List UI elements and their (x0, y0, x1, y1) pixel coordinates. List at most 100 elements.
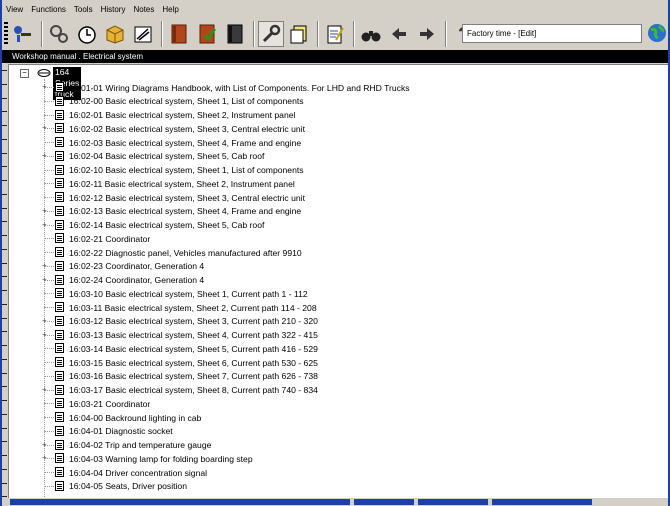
clock-icon[interactable] (74, 21, 100, 47)
tree-item-label[interactable]: 16:03-10 Basic electrical system, Sheet … (69, 289, 308, 299)
tree-item-label[interactable]: 16:02-12 Basic electrical system, Sheet … (69, 193, 305, 203)
menu-history[interactable]: History (101, 5, 126, 14)
tree-item[interactable]: 16:04-04 Driver concentration signal (9, 466, 659, 479)
tree-item-label[interactable]: 16:04-03 Warning lamp for folding boardi… (69, 454, 253, 464)
menu-view[interactable]: View (6, 5, 23, 14)
tree-item[interactable]: 16:02-11 Basic electrical system, Sheet … (9, 177, 659, 190)
tree-item[interactable]: 16:02-12 Basic electrical system, Sheet … (9, 191, 659, 204)
menu-notes[interactable]: Notes (133, 5, 154, 14)
connect-icon[interactable] (10, 21, 36, 47)
book-brown-icon[interactable] (166, 21, 192, 47)
tree-view[interactable]: − 164 Series truck +16:01-01 Wiring Diag… (8, 64, 668, 499)
tree-item-label[interactable]: 16:03-16 Basic electrical system, Sheet … (69, 371, 318, 381)
binoculars-icon[interactable] (358, 21, 384, 47)
tree-item-label[interactable]: 16:04-04 Driver concentration signal (69, 468, 207, 478)
tree-item[interactable]: +16:03-12 Basic electrical system, Sheet… (9, 315, 659, 328)
expand-marker[interactable]: + (42, 330, 47, 339)
package-icon[interactable] (102, 21, 128, 47)
menu-tools[interactable]: Tools (74, 5, 93, 14)
ruler-tick (2, 290, 7, 291)
tree-item[interactable]: 16:02-10 Basic electrical system, Sheet … (9, 164, 659, 177)
expand-marker[interactable]: + (42, 83, 47, 91)
expand-marker[interactable]: + (42, 275, 47, 284)
tree-connector (44, 100, 54, 102)
tree-item-label[interactable]: 16:02-00 Basic electrical system, Sheet … (69, 96, 304, 106)
tree-item-label[interactable]: 16:02-02 Basic electrical system, Sheet … (69, 124, 305, 134)
book-dark-icon[interactable] (222, 21, 248, 47)
tree-item[interactable]: +16:02-14 Basic electrical system, Sheet… (9, 219, 659, 232)
tree-item-label[interactable]: 16:02-10 Basic electrical system, Sheet … (69, 165, 304, 175)
tree-item-label[interactable]: 16:02-21 Coordinator (69, 234, 150, 244)
tree-item[interactable]: +16:02-23 Coordinator, Generation 4 (9, 260, 659, 273)
tree-item[interactable]: +16:04-02 Trip and temperature gauge (9, 439, 659, 452)
tree-item-label[interactable]: 16:02-01 Basic electrical system, Sheet … (69, 110, 295, 120)
tree-item[interactable]: 16:03-10 Basic electrical system, Sheet … (9, 287, 659, 300)
expand-marker[interactable]: + (42, 316, 47, 325)
tree-item[interactable]: 16:02-22 Diagnostic panel, Vehicles manu… (9, 246, 659, 259)
expand-marker[interactable]: + (42, 454, 47, 462)
tree-item[interactable]: +16:02-04 Basic electrical system, Sheet… (9, 150, 659, 163)
tree-item[interactable]: 16:04-00 Backround lighting in cab (9, 411, 659, 424)
tree-item[interactable]: 16:02-03 Basic electrical system, Sheet … (9, 136, 659, 149)
tree-item[interactable]: +16:04-03 Warning lamp for folding board… (9, 452, 659, 465)
tree-item[interactable]: 16:03-21 Coordinator (9, 397, 659, 410)
toolbar-grip[interactable] (4, 22, 8, 46)
tree-item[interactable]: +16:03-13 Basic electrical system, Sheet… (9, 329, 659, 342)
document-icon (55, 467, 64, 477)
tree-item-label[interactable]: 16:03-21 Coordinator (69, 399, 150, 409)
tree-item[interactable]: 16:04-05 Seats, Driver position (9, 480, 659, 493)
tree-item-label[interactable]: 16:02-24 Coordinator, Generation 4 (69, 275, 204, 285)
tree-item-label[interactable]: 16:02-23 Coordinator, Generation 4 (69, 261, 204, 271)
document-stack-icon[interactable] (286, 21, 312, 47)
tree-item-label[interactable]: 16:02-11 Basic electrical system, Sheet … (69, 179, 295, 189)
tree-item-label[interactable]: 16:03-14 Basic electrical system, Sheet … (69, 344, 318, 354)
tree-item-label[interactable]: 16:03-17 Basic electrical system, Sheet … (69, 385, 318, 395)
expand-marker[interactable]: + (42, 220, 47, 229)
tree-item[interactable]: +16:02-24 Coordinator, Generation 4 (9, 274, 659, 287)
wrench-icon[interactable] (258, 21, 284, 47)
menu-help[interactable]: Help (162, 5, 178, 14)
tree-item-label[interactable]: 16:01-01 Wiring Diagrams Handbook, with … (69, 83, 410, 93)
tree-item[interactable]: 16:04-01 Diagnostic socket (9, 425, 659, 438)
expand-marker[interactable]: + (42, 151, 47, 160)
tree-item[interactable]: 16:03-15 Basic electrical system, Sheet … (9, 356, 659, 369)
tree-item[interactable]: 16:03-11 Basic electrical system, Sheet … (9, 301, 659, 314)
tree-item-label[interactable]: 16:02-22 Diagnostic panel, Vehicles manu… (69, 248, 302, 258)
expand-marker[interactable]: + (42, 206, 47, 215)
globe-icon[interactable] (646, 22, 668, 47)
tree-item[interactable]: +16:01-01 Wiring Diagrams Handbook, with… (9, 81, 659, 94)
tree-item-label[interactable]: 16:03-12 Basic electrical system, Sheet … (69, 316, 318, 326)
arrow-right-icon[interactable] (414, 21, 440, 47)
tree-item-label[interactable]: 16:04-02 Trip and temperature gauge (69, 440, 211, 450)
tree-item[interactable]: +16:03-17 Basic electrical system, Sheet… (9, 384, 659, 397)
arrow-left-icon[interactable] (386, 21, 412, 47)
tree-item-label[interactable]: 16:03-11 Basic electrical system, Sheet … (69, 303, 317, 313)
tree-item[interactable]: +16:02-02 Basic electrical system, Sheet… (9, 122, 659, 135)
ruler-tick (2, 427, 7, 429)
expand-marker[interactable]: + (42, 124, 47, 132)
expand-marker[interactable]: + (42, 385, 47, 394)
tree-item[interactable]: 16:03-16 Basic electrical system, Sheet … (9, 370, 659, 383)
tree-item-label[interactable]: 16:04-01 Diagnostic socket (69, 426, 173, 436)
tree-item[interactable]: +16:02-13 Basic electrical system, Sheet… (9, 205, 659, 218)
tree-item-label[interactable]: 16:03-15 Basic electrical system, Sheet … (69, 358, 318, 368)
expand-marker[interactable]: + (42, 261, 47, 270)
tree-item[interactable]: 16:02-01 Basic electrical system, Sheet … (9, 109, 659, 122)
tree-item-label[interactable]: 16:02-14 Basic electrical system, Sheet … (69, 220, 264, 230)
tree-item[interactable]: 16:03-14 Basic electrical system, Sheet … (9, 342, 659, 355)
tree-item[interactable]: 16:02-21 Coordinator (9, 232, 659, 245)
notepad-icon[interactable] (322, 21, 348, 47)
tree-item-label[interactable]: 16:02-03 Basic electrical system, Sheet … (69, 138, 301, 148)
book-check-icon[interactable] (194, 21, 220, 47)
tree-item-label[interactable]: 16:04-05 Seats, Driver position (69, 481, 187, 491)
network-icon[interactable] (46, 21, 72, 47)
tree-item-label[interactable]: 16:02-13 Basic electrical system, Sheet … (69, 206, 301, 216)
expand-marker[interactable]: + (42, 440, 47, 449)
tree-item-label[interactable]: 16:04-00 Backround lighting in cab (69, 413, 201, 423)
tree-item-label[interactable]: 16:02-04 Basic electrical system, Sheet … (69, 151, 264, 161)
tools-box-icon[interactable] (130, 21, 156, 47)
menu-functions[interactable]: Functions (31, 5, 66, 14)
collapse-toggle[interactable]: − (20, 69, 29, 78)
tree-item-label[interactable]: 16:03-13 Basic electrical system, Sheet … (69, 330, 318, 340)
tree-item[interactable]: 16:02-00 Basic electrical system, Sheet … (9, 95, 659, 108)
